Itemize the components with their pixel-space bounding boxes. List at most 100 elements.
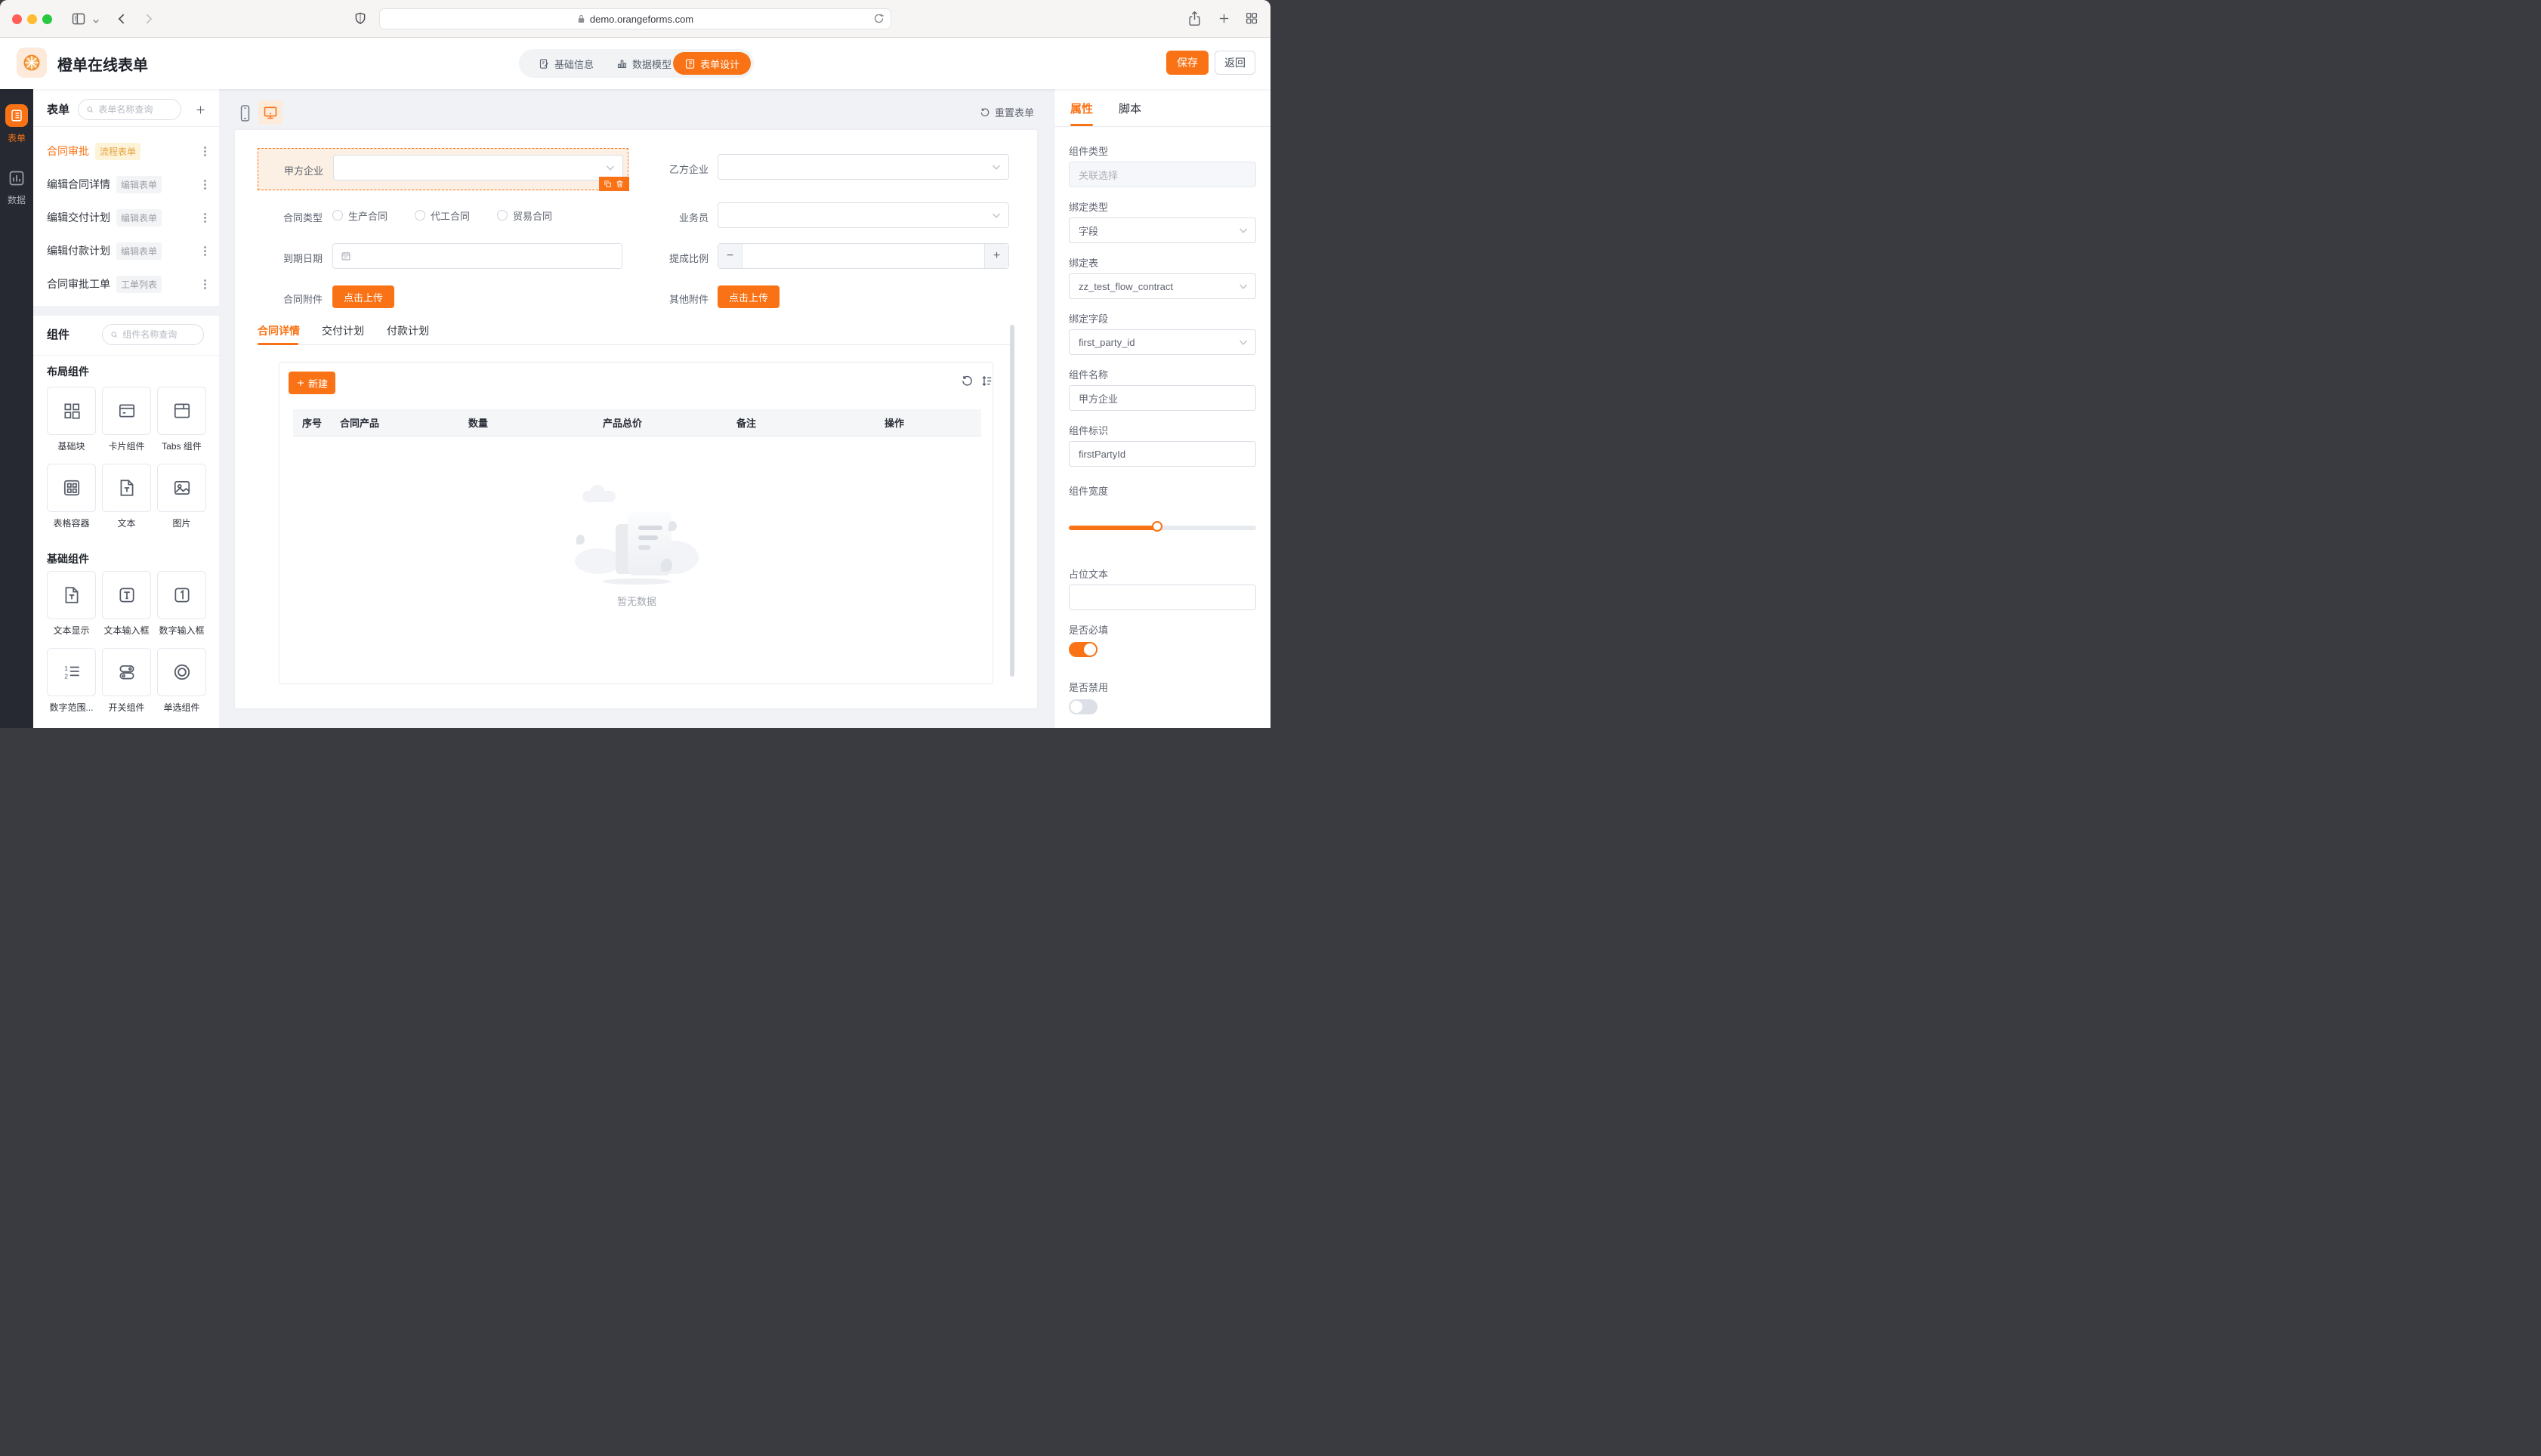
component-name-field[interactable] — [1079, 392, 1234, 404]
canvas-scrollbar[interactable] — [1010, 325, 1014, 677]
svg-text:1: 1 — [64, 665, 68, 672]
radio-option[interactable]: 贸易合同 — [497, 208, 552, 223]
commission-number-input[interactable]: − + — [718, 243, 1009, 269]
tile-label: 开关组件 — [108, 702, 145, 713]
tab-script[interactable]: 脚本 — [1119, 100, 1141, 116]
tab-data-model[interactable]: 数据模型 — [616, 57, 672, 71]
tile-label: Tabs 组件 — [162, 441, 202, 452]
add-form-icon[interactable] — [195, 104, 206, 119]
components-panel-title: 组件 — [47, 329, 70, 341]
minimize-window-button[interactable] — [27, 14, 37, 24]
tab-overview-icon[interactable] — [1245, 11, 1258, 29]
form-type-badge: 编辑表单 — [116, 175, 162, 193]
other-upload-button[interactable]: 点击上传 — [718, 285, 780, 308]
rail-label-data[interactable]: 数据 — [0, 193, 33, 206]
rail-item-forms[interactable] — [5, 104, 28, 127]
delete-widget-icon[interactable] — [616, 180, 624, 188]
component-key-field[interactable] — [1079, 448, 1234, 460]
form-list-item[interactable]: 合同审批 流程表单 — [33, 134, 219, 168]
tab-contract-detail[interactable]: 合同详情 — [258, 323, 300, 338]
increase-icon[interactable]: + — [984, 244, 1008, 268]
form-list-item[interactable]: 编辑合同详情 编辑表单 — [33, 168, 219, 201]
tile-table-container[interactable] — [47, 464, 96, 512]
bind-field-select[interactable]: first_party_id — [1069, 329, 1256, 355]
salesman-select[interactable] — [718, 202, 1009, 228]
disabled-toggle[interactable] — [1069, 699, 1098, 714]
tab-basic-info[interactable]: 基础信息 — [539, 57, 594, 71]
rail-label-forms[interactable]: 表单 — [0, 131, 33, 144]
bind-type-select[interactable]: 字段 — [1069, 217, 1256, 243]
tile-radio[interactable] — [157, 648, 206, 696]
properties-panel: 属性 脚本 组件类型 关联选择 绑定类型 字段 绑定表 zz_test_flow… — [1054, 89, 1270, 728]
tab-properties[interactable]: 属性 — [1070, 100, 1093, 116]
radio-component-icon — [174, 664, 190, 680]
more-actions-icon[interactable] — [199, 245, 210, 257]
zoom-window-button[interactable] — [42, 14, 52, 24]
mobile-preview-icon[interactable] — [239, 103, 252, 127]
tab-payment-plan[interactable]: 付款计划 — [387, 323, 429, 338]
save-button[interactable]: 保存 — [1166, 51, 1209, 75]
tile-image[interactable] — [157, 464, 206, 512]
form-list-item[interactable]: 编辑付款计划 编辑表单 — [33, 234, 219, 267]
tile-card-component[interactable] — [102, 387, 151, 435]
form-search-input[interactable] — [98, 104, 174, 115]
first-party-select[interactable] — [333, 155, 623, 180]
contract-upload-button[interactable]: 点击上传 — [332, 285, 394, 308]
form-type-badge: 流程表单 — [95, 142, 141, 160]
selected-widget-first-party[interactable]: 甲方企业 — [258, 148, 629, 191]
tab-delivery-plan[interactable]: 交付计划 — [322, 323, 364, 338]
refresh-table-icon[interactable] — [961, 375, 974, 391]
radio-option[interactable]: 生产合同 — [332, 208, 387, 223]
privacy-shield-icon[interactable] — [354, 11, 367, 30]
required-toggle[interactable] — [1069, 642, 1098, 657]
number-input-icon — [174, 588, 190, 603]
tile-switch[interactable] — [102, 648, 151, 696]
bind-table-select[interactable]: zz_test_flow_contract — [1069, 273, 1256, 299]
placeholder-input[interactable] — [1069, 585, 1256, 610]
back-button-icon[interactable] — [115, 11, 130, 31]
form-list-item[interactable]: 合同审批工单 工单列表 — [33, 267, 219, 301]
forward-button-icon[interactable] — [140, 11, 156, 31]
more-actions-icon[interactable] — [199, 178, 210, 190]
new-row-button[interactable]: 新建 — [289, 372, 335, 394]
width-slider[interactable] — [1069, 521, 1256, 532]
chevron-down-icon[interactable] — [92, 15, 100, 29]
radio-option[interactable]: 代工合同 — [415, 208, 470, 223]
component-key-input[interactable] — [1069, 441, 1256, 467]
more-actions-icon[interactable] — [199, 145, 210, 157]
column-sort-icon[interactable] — [980, 375, 993, 391]
tile-basic-block[interactable] — [47, 387, 96, 435]
sidebar-toggle-icon[interactable] — [71, 11, 86, 30]
tile-tabs-component[interactable] — [157, 387, 206, 435]
placeholder-field[interactable] — [1079, 591, 1234, 603]
slider-handle[interactable] — [1152, 521, 1163, 532]
tile-text[interactable] — [102, 464, 151, 512]
new-tab-icon[interactable] — [1218, 12, 1230, 29]
more-actions-icon[interactable] — [199, 211, 210, 224]
form-list-item[interactable]: 编辑交付计划 编辑表单 — [33, 201, 219, 234]
address-bar[interactable]: demo.orangeforms.com — [379, 8, 891, 29]
field-label: 合同附件 — [283, 294, 323, 305]
tile-text-display[interactable] — [47, 571, 96, 619]
rail-item-data[interactable] — [8, 169, 26, 191]
form-search-box[interactable] — [78, 99, 181, 120]
tile-text-input[interactable] — [102, 571, 151, 619]
back-button[interactable]: 返回 — [1215, 51, 1255, 75]
share-icon[interactable] — [1187, 10, 1202, 31]
field-label: 甲方企业 — [283, 165, 323, 177]
reload-icon[interactable] — [873, 13, 1263, 28]
close-window-button[interactable] — [12, 14, 22, 24]
copy-widget-icon[interactable] — [604, 180, 612, 188]
due-date-input[interactable] — [332, 243, 622, 269]
component-search-input[interactable] — [122, 329, 197, 340]
tab-form-design[interactable]: 表单设计 — [672, 52, 751, 75]
more-actions-icon[interactable] — [199, 278, 210, 290]
second-party-select[interactable] — [718, 154, 1009, 180]
decrease-icon[interactable]: − — [718, 244, 743, 268]
tile-number-range[interactable]: 12 — [47, 648, 96, 696]
reset-form-button[interactable]: 重置表单 — [980, 105, 1034, 119]
tile-number-input[interactable] — [157, 571, 206, 619]
desktop-preview-icon[interactable] — [258, 100, 283, 125]
component-search-box[interactable] — [102, 324, 204, 345]
component-name-input[interactable] — [1069, 385, 1256, 411]
